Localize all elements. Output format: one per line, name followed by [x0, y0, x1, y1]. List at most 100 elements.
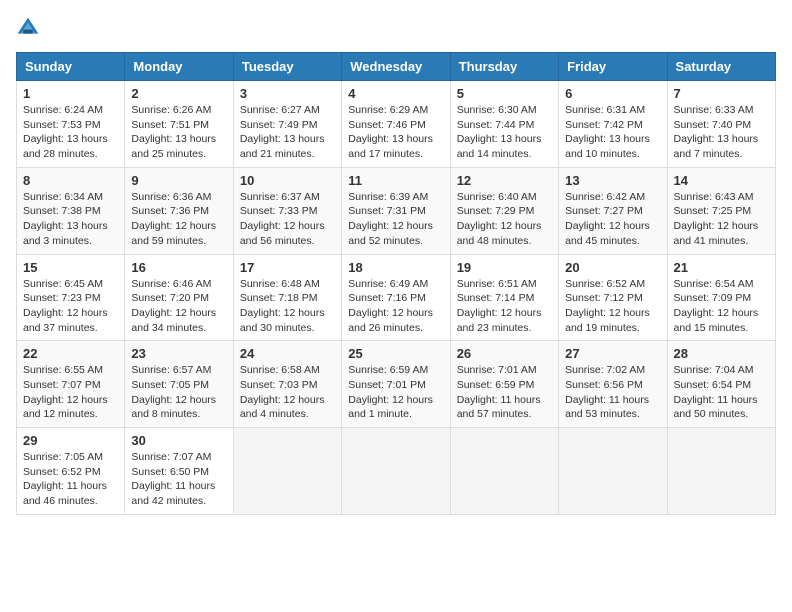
- calendar-cell: 16Sunrise: 6:46 AMSunset: 7:20 PMDayligh…: [125, 254, 233, 341]
- weekday-header-tuesday: Tuesday: [233, 53, 341, 81]
- day-number: 12: [457, 173, 552, 188]
- calendar-cell: 8 Sunrise: 6:34 AMSunset: 7:38 PMDaylight…: [17, 167, 125, 254]
- weekday-header-thursday: Thursday: [450, 53, 558, 81]
- day-number: 28: [674, 346, 769, 361]
- calendar-cell: 15Sunrise: 6:45 AMSunset: 7:23 PMDayligh…: [17, 254, 125, 341]
- calendar-cell: 9 Sunrise: 6:36 AMSunset: 7:36 PMDaylight…: [125, 167, 233, 254]
- day-info: Sunrise: 7:02 AMSunset: 6:56 PMDaylight:…: [565, 363, 660, 422]
- calendar-cell: 7 Sunrise: 6:33 AMSunset: 7:40 PMDaylight…: [667, 81, 775, 168]
- day-info: Sunrise: 7:07 AMSunset: 6:50 PMDaylight:…: [131, 450, 226, 509]
- calendar-week-row: 29 Sunrise: 7:05 AMSunset: 6:52 PMDayligh…: [17, 428, 776, 515]
- day-info: Sunrise: 6:24 AMSunset: 7:53 PMDaylight:…: [23, 103, 118, 162]
- day-info: Sunrise: 6:26 AMSunset: 7:51 PMDaylight:…: [131, 103, 226, 162]
- calendar-cell: 13 Sunrise: 6:42 AMSunset: 7:27 PMDayligh…: [559, 167, 667, 254]
- calendar-week-row: 8 Sunrise: 6:34 AMSunset: 7:38 PMDaylight…: [17, 167, 776, 254]
- day-number: 5: [457, 86, 552, 101]
- day-number: 9: [131, 173, 226, 188]
- day-number: 16: [131, 260, 226, 275]
- calendar-week-row: 15Sunrise: 6:45 AMSunset: 7:23 PMDayligh…: [17, 254, 776, 341]
- day-number: 4: [348, 86, 443, 101]
- calendar-cell: 12 Sunrise: 6:40 AMSunset: 7:29 PMDayligh…: [450, 167, 558, 254]
- day-info: Sunrise: 6:59 AMSunset: 7:01 PMDaylight:…: [348, 363, 443, 422]
- calendar-week-row: 1 Sunrise: 6:24 AMSunset: 7:53 PMDaylight…: [17, 81, 776, 168]
- calendar-cell: 24Sunrise: 6:58 AMSunset: 7:03 PMDayligh…: [233, 341, 341, 428]
- calendar-cell: 22Sunrise: 6:55 AMSunset: 7:07 PMDayligh…: [17, 341, 125, 428]
- day-info: Sunrise: 6:51 AMSunset: 7:14 PMDaylight:…: [457, 277, 552, 336]
- calendar-cell: 3Sunrise: 6:27 AMSunset: 7:49 PMDaylight…: [233, 81, 341, 168]
- day-info: Sunrise: 7:04 AMSunset: 6:54 PMDaylight:…: [674, 363, 769, 422]
- day-number: 21: [674, 260, 769, 275]
- calendar-cell: 21 Sunrise: 6:54 AMSunset: 7:09 PMDayligh…: [667, 254, 775, 341]
- day-number: 8: [23, 173, 118, 188]
- day-number: 17: [240, 260, 335, 275]
- weekday-header-wednesday: Wednesday: [342, 53, 450, 81]
- calendar-cell: [559, 428, 667, 515]
- day-info: Sunrise: 6:42 AMSunset: 7:27 PMDaylight:…: [565, 190, 660, 249]
- calendar-cell: 26 Sunrise: 7:01 AMSunset: 6:59 PMDayligh…: [450, 341, 558, 428]
- calendar-cell: 25 Sunrise: 6:59 AMSunset: 7:01 PMDayligh…: [342, 341, 450, 428]
- logo: [16, 16, 44, 40]
- day-number: 14: [674, 173, 769, 188]
- day-info: Sunrise: 6:31 AMSunset: 7:42 PMDaylight:…: [565, 103, 660, 162]
- day-info: Sunrise: 6:45 AMSunset: 7:23 PMDaylight:…: [23, 277, 118, 336]
- day-info: Sunrise: 6:36 AMSunset: 7:36 PMDaylight:…: [131, 190, 226, 249]
- calendar-cell: 1 Sunrise: 6:24 AMSunset: 7:53 PMDaylight…: [17, 81, 125, 168]
- day-info: Sunrise: 6:43 AMSunset: 7:25 PMDaylight:…: [674, 190, 769, 249]
- day-info: Sunrise: 7:01 AMSunset: 6:59 PMDaylight:…: [457, 363, 552, 422]
- calendar-cell: 30Sunrise: 7:07 AMSunset: 6:50 PMDayligh…: [125, 428, 233, 515]
- day-number: 1: [23, 86, 118, 101]
- calendar-cell: [450, 428, 558, 515]
- day-number: 20: [565, 260, 660, 275]
- calendar-cell: 10 Sunrise: 6:37 AMSunset: 7:33 PMDayligh…: [233, 167, 341, 254]
- calendar-cell: 6 Sunrise: 6:31 AMSunset: 7:42 PMDaylight…: [559, 81, 667, 168]
- day-info: Sunrise: 6:40 AMSunset: 7:29 PMDaylight:…: [457, 190, 552, 249]
- calendar-cell: 18 Sunrise: 6:49 AMSunset: 7:16 PMDayligh…: [342, 254, 450, 341]
- day-info: Sunrise: 6:37 AMSunset: 7:33 PMDaylight:…: [240, 190, 335, 249]
- day-number: 25: [348, 346, 443, 361]
- day-info: Sunrise: 6:54 AMSunset: 7:09 PMDaylight:…: [674, 277, 769, 336]
- day-number: 6: [565, 86, 660, 101]
- calendar-cell: 2 Sunrise: 6:26 AMSunset: 7:51 PMDaylight…: [125, 81, 233, 168]
- day-info: Sunrise: 6:34 AMSunset: 7:38 PMDaylight:…: [23, 190, 118, 249]
- day-number: 29: [23, 433, 118, 448]
- day-info: Sunrise: 6:39 AMSunset: 7:31 PMDaylight:…: [348, 190, 443, 249]
- day-number: 11: [348, 173, 443, 188]
- day-number: 10: [240, 173, 335, 188]
- day-info: Sunrise: 6:55 AMSunset: 7:07 PMDaylight:…: [23, 363, 118, 422]
- day-number: 23: [131, 346, 226, 361]
- day-number: 26: [457, 346, 552, 361]
- weekday-header-monday: Monday: [125, 53, 233, 81]
- day-number: 2: [131, 86, 226, 101]
- calendar-cell: 5 Sunrise: 6:30 AMSunset: 7:44 PMDaylight…: [450, 81, 558, 168]
- calendar-cell: 27Sunrise: 7:02 AMSunset: 6:56 PMDayligh…: [559, 341, 667, 428]
- calendar-cell: [233, 428, 341, 515]
- day-number: 18: [348, 260, 443, 275]
- logo-icon: [16, 16, 40, 40]
- calendar-cell: 4 Sunrise: 6:29 AMSunset: 7:46 PMDaylight…: [342, 81, 450, 168]
- day-info: Sunrise: 6:48 AMSunset: 7:18 PMDaylight:…: [240, 277, 335, 336]
- weekday-header-row: SundayMondayTuesdayWednesdayThursdayFrid…: [17, 53, 776, 81]
- day-info: Sunrise: 6:57 AMSunset: 7:05 PMDaylight:…: [131, 363, 226, 422]
- weekday-header-sunday: Sunday: [17, 53, 125, 81]
- weekday-header-friday: Friday: [559, 53, 667, 81]
- calendar-table: SundayMondayTuesdayWednesdayThursdayFrid…: [16, 52, 776, 515]
- day-info: Sunrise: 6:33 AMSunset: 7:40 PMDaylight:…: [674, 103, 769, 162]
- calendar-cell: 17 Sunrise: 6:48 AMSunset: 7:18 PMDayligh…: [233, 254, 341, 341]
- day-number: 13: [565, 173, 660, 188]
- calendar-cell: [342, 428, 450, 515]
- day-info: Sunrise: 6:52 AMSunset: 7:12 PMDaylight:…: [565, 277, 660, 336]
- day-number: 3: [240, 86, 335, 101]
- calendar-cell: 29 Sunrise: 7:05 AMSunset: 6:52 PMDayligh…: [17, 428, 125, 515]
- calendar-cell: 20 Sunrise: 6:52 AMSunset: 7:12 PMDayligh…: [559, 254, 667, 341]
- day-number: 7: [674, 86, 769, 101]
- day-info: Sunrise: 6:30 AMSunset: 7:44 PMDaylight:…: [457, 103, 552, 162]
- calendar-cell: 19Sunrise: 6:51 AMSunset: 7:14 PMDayligh…: [450, 254, 558, 341]
- calendar-cell: 11 Sunrise: 6:39 AMSunset: 7:31 PMDayligh…: [342, 167, 450, 254]
- day-info: Sunrise: 6:58 AMSunset: 7:03 PMDaylight:…: [240, 363, 335, 422]
- day-info: Sunrise: 6:29 AMSunset: 7:46 PMDaylight:…: [348, 103, 443, 162]
- calendar-cell: 14 Sunrise: 6:43 AMSunset: 7:25 PMDayligh…: [667, 167, 775, 254]
- day-info: Sunrise: 7:05 AMSunset: 6:52 PMDaylight:…: [23, 450, 118, 509]
- weekday-header-saturday: Saturday: [667, 53, 775, 81]
- page-header: [16, 16, 776, 40]
- day-info: Sunrise: 6:49 AMSunset: 7:16 PMDaylight:…: [348, 277, 443, 336]
